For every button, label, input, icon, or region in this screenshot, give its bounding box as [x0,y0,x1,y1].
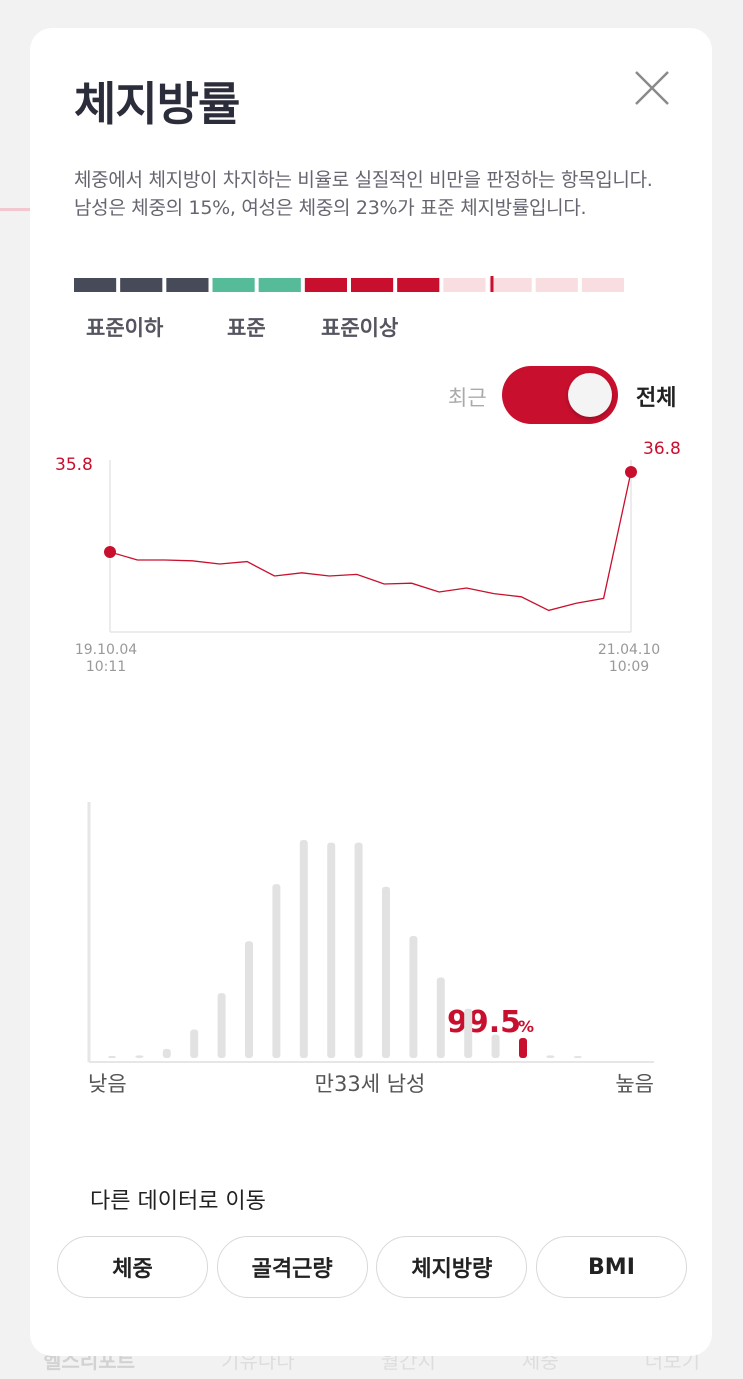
start-date-label: 19.10.04 [75,642,137,658]
scale-svg [74,276,624,292]
background-accent-line [0,208,30,211]
hist-bar [135,1055,144,1058]
percentile-value: 99.5 [447,1005,521,1040]
body-fat-modal: 체지방률 체중에서 체지방이 차지하는 비율로 실질적인 비만을 판정하는 항목… [30,28,712,1356]
bmi-button[interactable]: BMI [535,1236,687,1298]
hist-bar [272,884,281,1058]
modal-title: 체지방률 [74,77,240,131]
period-toggle-switch[interactable] [502,366,618,424]
scale-label-standard: 표준 [227,316,266,340]
close-icon [635,71,669,105]
scale-segment-standard [212,278,255,292]
end-date-label: 21.04.10 [598,642,660,658]
hist-bar [491,1034,500,1058]
hist-bar [409,936,418,1058]
scale-segment-below [74,278,117,292]
body-fat-mass-button[interactable]: 체지방량 [376,1236,528,1298]
hist-bar [382,886,390,1058]
scale-segment-above-light [443,278,486,292]
weight-button[interactable]: 체중 [57,1236,208,1298]
hist-bar [217,993,226,1058]
scale-segment-above-light [535,278,578,292]
trend-line-chart: 35.8 36.8 19.10.04 10:11 21.04.10 10:09 [55,439,681,675]
hist-bar-highlight [519,1038,527,1058]
scale-label-above: 표준이상 [321,316,399,340]
scale-segment-below [120,278,163,292]
hist-bar [546,1055,555,1058]
scale-segment-above [397,278,440,292]
hist-bar [327,842,336,1058]
toggle-all-label[interactable]: 전체 [636,380,676,412]
hist-bar [354,842,363,1058]
scale-segment-below [166,278,209,292]
end-time-label: 10:09 [609,659,649,675]
first-value-label: 35.8 [55,455,93,475]
scale-segment-above-light [489,278,532,292]
toggle-recent-label[interactable]: 최근 [448,382,487,412]
last-point [625,466,637,478]
muscle-mass-button[interactable]: 골격근량 [216,1236,368,1298]
hist-bar [245,941,253,1058]
hist-group-label: 만33세 남성 [315,1072,426,1096]
scale-segment-standard [258,278,301,292]
close-button[interactable] [630,66,674,110]
hist-bar [299,840,308,1058]
hist-high-label: 높음 [615,1072,654,1096]
percentile-sign: % [518,1017,534,1036]
scale-segment-above [351,278,394,292]
scale-segment-above-light [581,278,624,292]
hist-bar [190,1029,199,1058]
hist-bar [464,1008,473,1058]
first-point [104,546,116,558]
other-data-buttons: 체중 골격근량 체지방량 BMI [57,1236,687,1298]
scale-segment-above [304,278,347,292]
hist-bar [573,1056,582,1058]
hist-bar [108,1056,116,1058]
hist-low-label: 낮음 [88,1072,127,1096]
last-value-label: 36.8 [643,439,681,459]
modal-description: 체중에서 체지방이 차지하는 비율로 실질적인 비만을 판정하는 항목입니다. … [74,169,653,219]
other-data-section-title: 다른 데이터로 이동 [90,1189,266,1214]
period-toggle-row: 최근 전체 [448,366,688,426]
hist-bar [162,1048,171,1058]
start-time-label: 10:11 [86,659,126,675]
scale-label-below: 표준이하 [86,316,164,340]
percentile-histogram: 99.5 % 낮음 만33세 남성 높음 [87,802,654,1096]
trend-series-line [109,471,632,612]
scale-marker [490,276,494,292]
body-fat-scale-bar [74,276,624,292]
hist-bar [436,977,445,1058]
toggle-knob[interactable] [568,373,612,417]
